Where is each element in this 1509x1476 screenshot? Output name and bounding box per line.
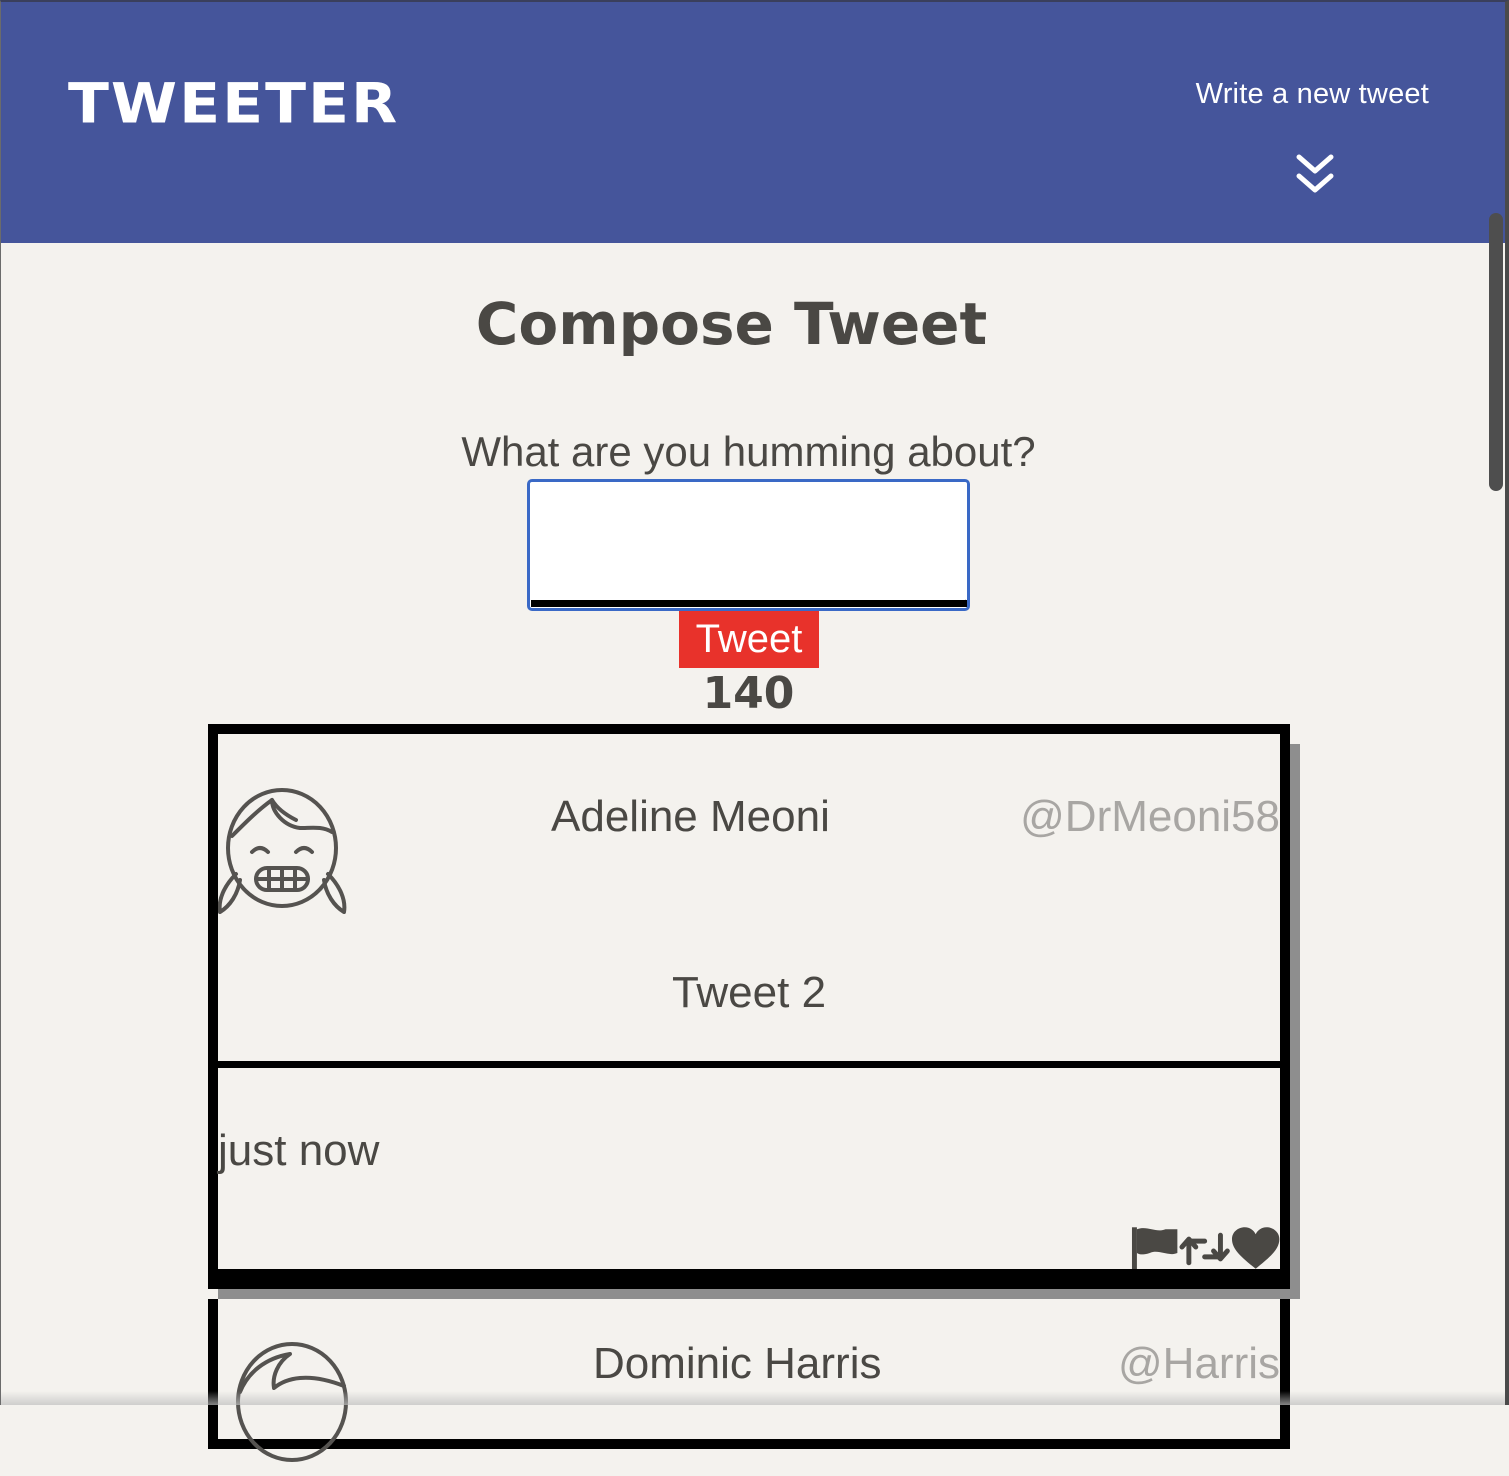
tweet-card: Dominic Harris @Harris xyxy=(208,1299,1290,1462)
tweet-submit-button[interactable]: Tweet xyxy=(679,611,819,668)
write-new-tweet-label[interactable]: Write a new tweet xyxy=(1169,78,1429,111)
tweet-author-name: Dominic Harris xyxy=(593,1339,882,1388)
card-shadow xyxy=(218,1289,1300,1299)
header-bar: TWEETER Write a new tweet xyxy=(0,0,1509,243)
bottom-fade xyxy=(0,1391,1509,1405)
textarea-underline xyxy=(531,600,967,607)
card-shadow xyxy=(1290,744,1300,1299)
char-counter: 140 xyxy=(702,668,795,719)
tweet-author-handle: @Harris xyxy=(1118,1339,1280,1388)
double-chevron-down-icon[interactable] xyxy=(1295,154,1335,196)
card-divider xyxy=(218,1061,1280,1068)
heart-icon[interactable] xyxy=(1231,1227,1280,1271)
card-divider xyxy=(218,1269,1280,1289)
tweet-actions xyxy=(1130,1224,1280,1274)
flag-icon[interactable] xyxy=(1130,1225,1179,1273)
person-avatar-icon xyxy=(236,1342,348,1462)
compose-prompt-label: What are you humming about? xyxy=(461,428,1036,475)
tweet-author-handle: @DrMeoni58 xyxy=(1020,792,1280,841)
tweet-card: Adeline Meoni @DrMeoni58 Tweet 2 just no… xyxy=(208,724,1290,1289)
tweet-timestamp: just now xyxy=(218,1126,380,1175)
tweet-content: Tweet 2 xyxy=(671,968,827,1017)
write-new-tweet-toggle[interactable]: Write a new tweet xyxy=(1169,78,1429,111)
brand-logo: TWEETER xyxy=(68,72,400,137)
compose-title: Compose Tweet xyxy=(475,290,988,358)
tweet-author-name: Adeline Meoni xyxy=(551,792,830,841)
retweet-icon[interactable] xyxy=(1179,1229,1231,1269)
tweet-textarea[interactable] xyxy=(527,479,970,611)
girl-avatar-icon xyxy=(218,788,347,914)
page-scrollbar[interactable] xyxy=(1489,213,1503,1403)
